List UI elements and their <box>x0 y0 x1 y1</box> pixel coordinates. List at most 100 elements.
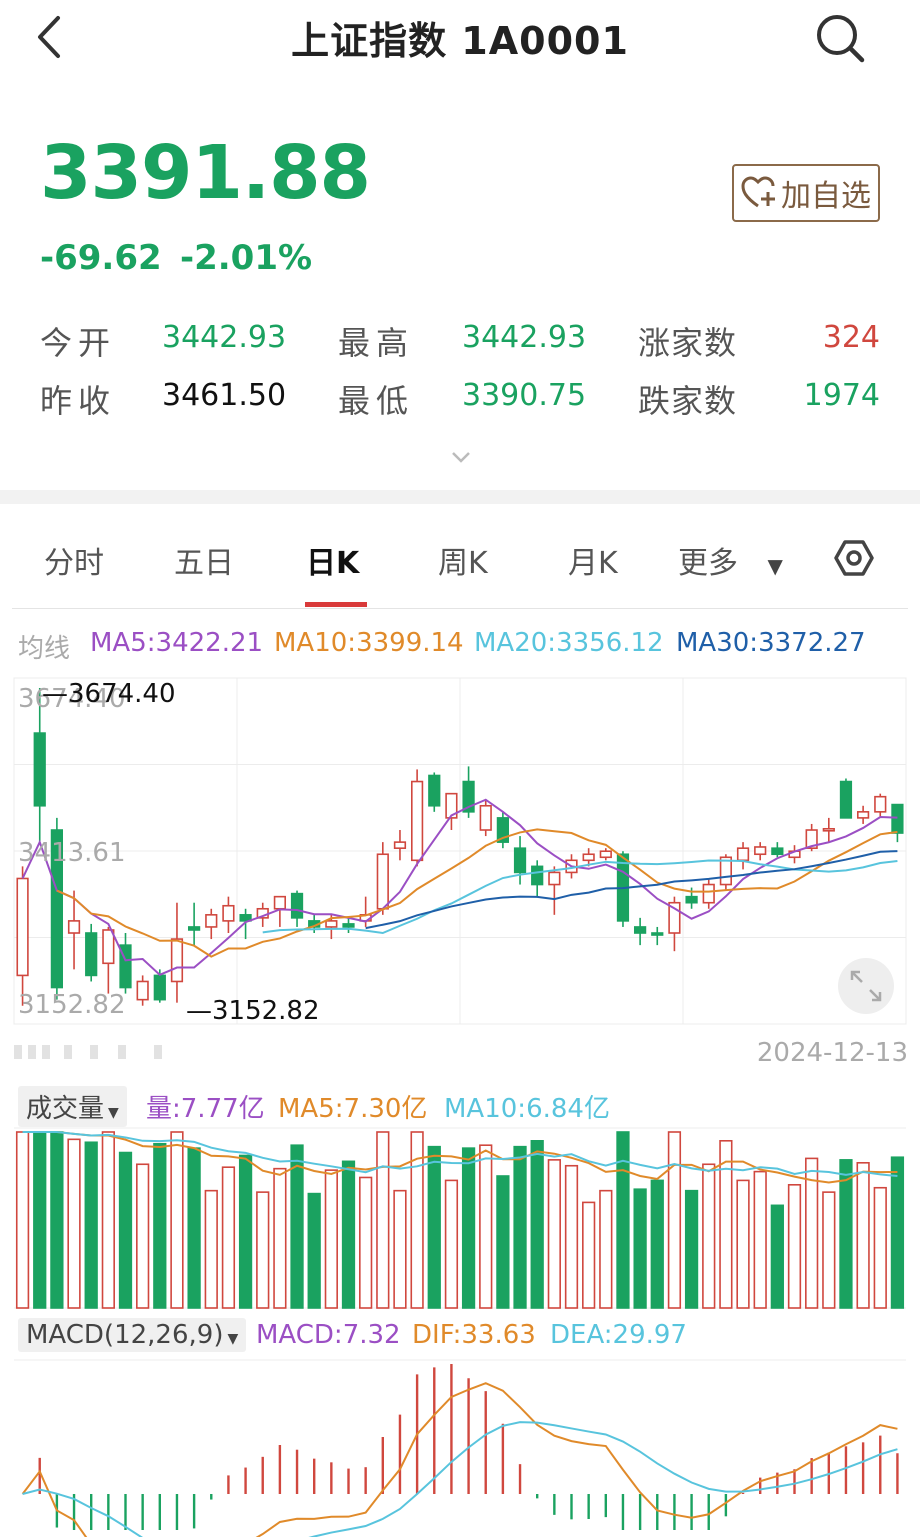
volume-bar <box>324 1169 338 1309</box>
volume-bar <box>153 1142 167 1309</box>
candle-body <box>222 904 235 922</box>
volume-bar <box>479 1144 493 1309</box>
candle-body <box>67 920 81 934</box>
candle-body <box>702 883 715 904</box>
volume-bar <box>719 1140 733 1309</box>
volume-bar <box>376 1131 390 1309</box>
volume-bar <box>273 1167 287 1309</box>
macd-value: MACD:7.32 <box>256 1320 401 1350</box>
candle-body <box>771 847 784 856</box>
volume-bar <box>444 1179 459 1309</box>
volume-bar <box>101 1131 115 1309</box>
macd-selector[interactable]: MACD(12,26,9) ▼ <box>18 1318 247 1352</box>
kline-chart[interactable] <box>0 0 920 1537</box>
candle-body <box>153 974 166 1001</box>
candle-body <box>16 877 29 977</box>
candle-body <box>874 795 887 813</box>
candle-body <box>290 892 304 919</box>
volume-bar <box>136 1163 150 1309</box>
volume-bar <box>359 1176 373 1309</box>
candle-body <box>736 847 750 862</box>
expand-icon <box>850 970 882 1002</box>
volume-bar <box>67 1138 81 1309</box>
volume-bar <box>461 1147 476 1309</box>
volume-bar <box>530 1140 544 1309</box>
candle-body <box>891 803 904 834</box>
candle-body <box>273 895 287 910</box>
candle-body <box>393 841 407 849</box>
candle-body <box>651 932 664 936</box>
volume-bar <box>684 1189 699 1309</box>
volume-ma5: MA5:7.30亿 <box>278 1094 428 1124</box>
volume-bar <box>15 1131 30 1309</box>
dropdown-caret-icon: ▼ <box>227 1331 239 1347</box>
axis-low-label: 3152.82 <box>18 990 126 1020</box>
max-price-label: 3674.40 <box>68 679 176 709</box>
volume-bar <box>290 1144 304 1309</box>
volume-bar <box>770 1204 784 1309</box>
volume-bar <box>890 1156 905 1309</box>
volume-ma10: MA10:6.84亿 <box>444 1094 610 1124</box>
volume-bar <box>256 1191 270 1309</box>
chart-end-date: 2024-12-13 <box>756 1038 908 1068</box>
volume-bar <box>856 1162 870 1309</box>
volume-bar <box>221 1166 236 1309</box>
candle-body <box>822 827 835 832</box>
volume-bar <box>564 1164 579 1309</box>
volume-bar <box>599 1189 613 1309</box>
candle-body <box>136 980 149 1001</box>
candle-body <box>325 920 338 928</box>
macd-bars-group <box>38 1364 899 1530</box>
volume-bar <box>513 1145 527 1309</box>
dif-line <box>21 1382 898 1537</box>
macd-lines-group <box>21 1382 898 1537</box>
volume-bar <box>33 1131 47 1309</box>
volume-bar <box>118 1151 133 1309</box>
candle-body <box>582 853 595 862</box>
ma20-line <box>262 859 898 935</box>
dropdown-caret-icon: ▼ <box>108 1105 119 1121</box>
candle-body <box>856 811 870 819</box>
candle-body <box>205 914 218 928</box>
candle-body <box>187 926 201 931</box>
volume-bar <box>187 1147 201 1309</box>
dea-value: DEA:29.97 <box>550 1320 687 1350</box>
candle-body <box>33 732 46 807</box>
dif-value: DIF:33.63 <box>412 1320 536 1350</box>
volume-bar <box>702 1163 716 1309</box>
volume-bar <box>787 1184 802 1309</box>
volume-bar <box>547 1159 561 1309</box>
volume-bar <box>341 1160 356 1309</box>
candle-body <box>513 847 527 874</box>
volume-bar <box>753 1170 767 1309</box>
volume-bar <box>873 1186 887 1309</box>
candle-body <box>479 804 492 831</box>
candle-body <box>376 853 389 910</box>
candle-body <box>342 923 355 928</box>
fullscreen-button[interactable] <box>838 958 894 1014</box>
volume-bar <box>582 1201 596 1309</box>
range-scrollbar[interactable] <box>14 1043 174 1061</box>
candle-body <box>410 780 424 862</box>
max-price-marker: —3674.40 <box>42 679 176 709</box>
scrollbar-ticks <box>14 1045 162 1059</box>
volume-bar <box>238 1154 253 1309</box>
candle-body <box>428 774 441 807</box>
volume-bar <box>496 1175 510 1309</box>
candle-body <box>85 932 98 977</box>
volume-bar <box>84 1141 98 1309</box>
axis-mid-label: 3413.61 <box>18 838 126 868</box>
volume-bar <box>204 1189 218 1309</box>
volume-bar <box>50 1131 64 1309</box>
volume-bar <box>616 1131 630 1309</box>
volume-bar <box>170 1131 184 1309</box>
volume-bar <box>427 1145 441 1309</box>
volume-selector[interactable]: 成交量 ▼ <box>18 1086 127 1127</box>
candle-body <box>839 780 853 819</box>
candle-body <box>531 865 544 886</box>
candle-body <box>599 850 612 859</box>
volume-bar <box>307 1192 321 1309</box>
macd-selector-label: MACD(12,26,9) <box>26 1320 224 1350</box>
candle-body <box>548 871 561 886</box>
volume-bar <box>633 1188 647 1309</box>
